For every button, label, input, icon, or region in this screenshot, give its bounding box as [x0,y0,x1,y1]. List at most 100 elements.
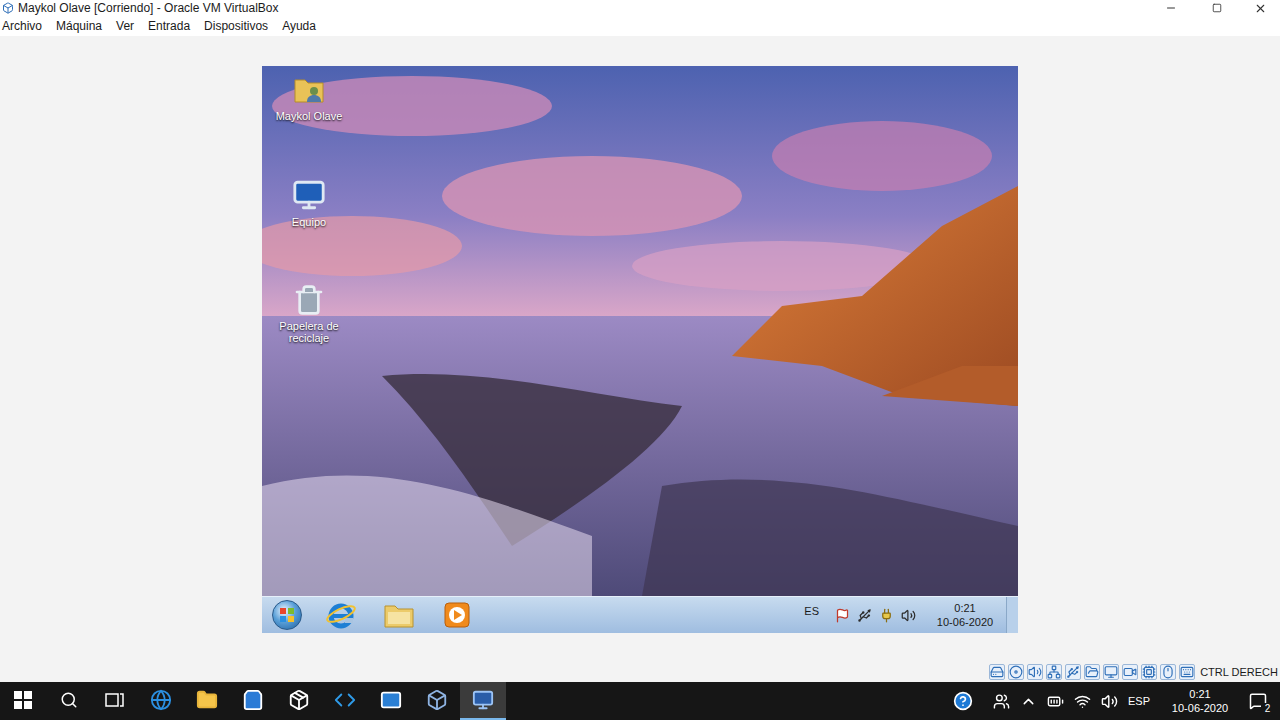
restore-button[interactable] [1194,0,1240,16]
taskbar-app[interactable] [46,682,92,720]
tray-item[interactable] [835,608,850,623]
status-device[interactable] [1008,664,1024,680]
computer-icon [292,178,326,212]
host-tray-item[interactable] [993,693,1010,710]
clock[interactable]: 0:2110-06-2020 [930,601,1000,629]
host-clock-time: 0:21 [1189,687,1210,701]
taskbar-app[interactable] [460,682,506,720]
recording-icon [1123,665,1137,679]
status-device[interactable] [1065,664,1081,680]
notification-center-button[interactable]: 2 [1236,682,1280,720]
windows-logo-icon [14,691,32,709]
task-view-icon [105,691,125,709]
display-icon [1104,665,1118,679]
guest-screen[interactable]: Maykol OlaveEquipo Papelera de reciclaje E… [262,66,1018,633]
status-device[interactable] [1141,664,1157,680]
close-icon [1254,2,1267,15]
restore-icon [1212,3,1222,13]
wifi-icon [1074,693,1091,710]
hard-drive-icon [990,665,1004,679]
menu-item[interactable]: Dispositivos [204,18,268,34]
status-device[interactable] [1160,664,1176,680]
status-device[interactable] [989,664,1005,680]
clock-date: 10-06-2020 [937,615,993,629]
cpu-icon [1142,665,1156,679]
taskbar-app[interactable] [230,682,276,720]
minimize-icon [1165,2,1177,14]
host-language-indicator[interactable]: ESP [1128,682,1150,720]
virtual-machine-icon [472,689,494,711]
chevron-up-icon [1020,693,1037,710]
notification-count: 2 [1261,703,1274,715]
taskbar-app[interactable] [92,682,138,720]
keyboard-icon [1180,665,1194,679]
taskbar-app[interactable] [138,682,184,720]
menu-item[interactable]: Ver [116,18,134,34]
taskbar-app[interactable] [184,682,230,720]
desktop-icon[interactable]: Maykol Olave [272,72,346,178]
close-button[interactable] [1240,0,1280,16]
show-desktop-button[interactable] [1006,597,1018,633]
device-icon [857,608,872,623]
pinned-app[interactable] [312,597,370,633]
file-explorer-icon [196,689,218,711]
usb-icon [1066,665,1080,679]
internet-explorer-icon [325,599,357,631]
minimize-button[interactable] [1148,0,1194,16]
menu-item[interactable]: Entrada [148,18,190,34]
taskbar-app[interactable] [322,682,368,720]
host-tray-item[interactable] [1047,693,1064,710]
network-icon [1047,665,1061,679]
title-bar: Maykol Olave [Corriendo] - Oracle VM Vir… [0,0,1280,16]
host-clock[interactable]: 0:2110-06-2020 [1164,682,1236,720]
windows-flag-icon [279,607,295,623]
clock-time: 0:21 [954,601,975,615]
taskbar-app[interactable] [0,682,46,720]
mouse-icon [1161,665,1175,679]
mail-icon [380,689,402,711]
taskbar-app[interactable] [276,682,322,720]
windows-explorer-icon [383,601,415,629]
recycle-bin-icon [293,284,325,316]
guest-taskbar: ES 0:2110-06-2020 [262,596,1018,633]
status-device[interactable] [1027,664,1043,680]
host-key-label: CTRL DERECH [1200,665,1278,679]
desktop-icon[interactable]: Equipo [272,178,346,284]
host-tray-item[interactable] [1101,693,1118,710]
status-device[interactable] [1046,664,1062,680]
tray-item[interactable] [879,608,894,623]
menu-item[interactable]: Archivo [2,18,42,34]
desktop-icon-label: Papelera de reciclaje [272,320,346,344]
edge-icon [150,689,172,711]
menu-item[interactable]: Máquina [56,18,102,34]
pinned-app[interactable] [428,597,486,633]
pinned-app[interactable] [370,597,428,633]
host-tray-item[interactable] [953,691,973,711]
start-button[interactable] [272,600,302,630]
menu-item[interactable]: Ayuda [282,18,316,34]
status-device[interactable] [1179,664,1195,680]
tray-item[interactable] [901,608,916,623]
status-device[interactable] [1122,664,1138,680]
host-tray-item[interactable] [1074,693,1091,710]
tray-item[interactable] [857,608,872,623]
virtualbox-icon [426,689,448,711]
desktop-icon[interactable]: Papelera de reciclaje [272,284,346,390]
status-device[interactable] [1103,664,1119,680]
battery-icon [1047,693,1064,710]
language-indicator[interactable]: ES [804,603,819,620]
status-bar: CTRL DERECH [0,662,1280,682]
host-clock-date: 10-06-2020 [1172,701,1228,715]
wallpaper-image [262,66,1018,596]
window-title: Maykol Olave [Corriendo] - Oracle VM Vir… [18,1,279,15]
status-device[interactable] [1084,664,1100,680]
media-player-icon [444,602,470,628]
dropbox-icon [288,689,310,711]
help-icon [953,691,973,711]
taskbar-app[interactable] [414,682,460,720]
host-tray-item[interactable] [1020,693,1037,710]
volume-icon [901,608,916,623]
volume-icon [1101,693,1118,710]
host-taskbar: ESP 0:2110-06-2020 2 [0,682,1280,720]
taskbar-app[interactable] [368,682,414,720]
